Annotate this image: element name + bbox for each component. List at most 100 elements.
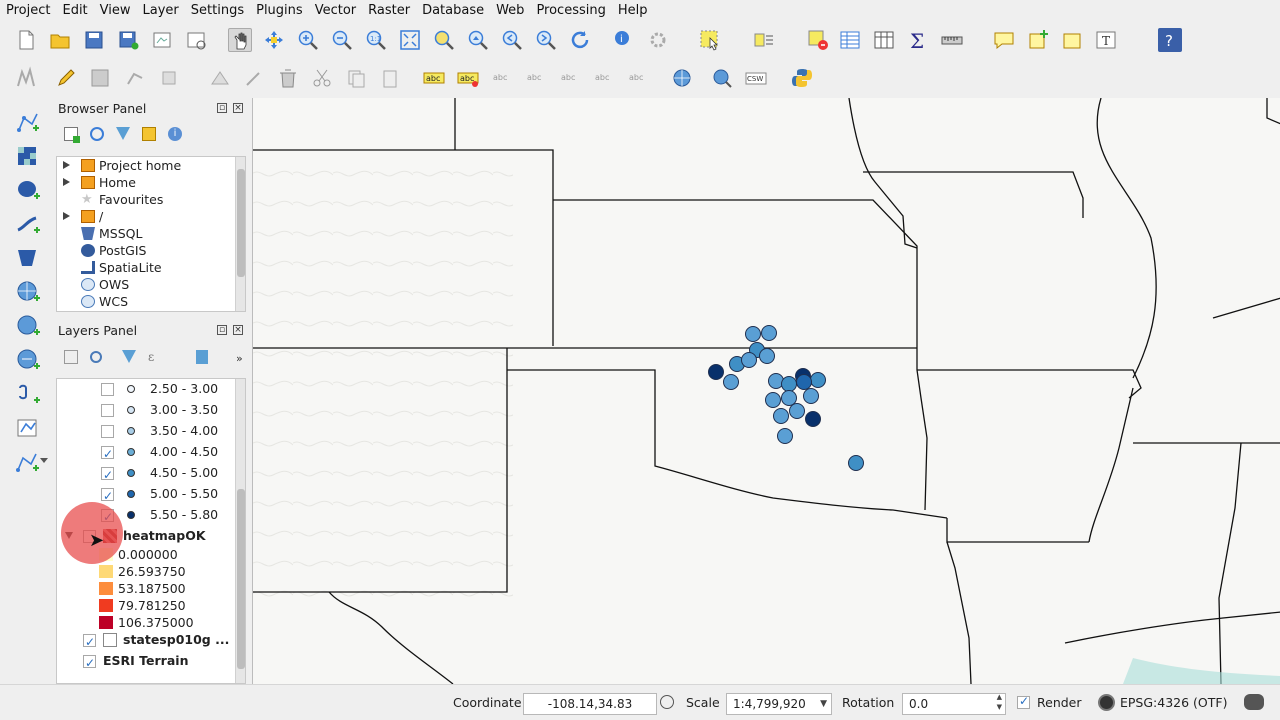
pin-labels-icon[interactable]: abc — [490, 66, 514, 90]
browser-item-spatialite[interactable]: SpatiaLite — [57, 259, 237, 276]
change-label-icon[interactable]: abc — [626, 66, 650, 90]
select-features-icon[interactable] — [698, 28, 722, 52]
save-as-icon[interactable] — [116, 28, 140, 52]
layout-manager-icon[interactable] — [184, 28, 208, 52]
field-calculator-icon[interactable] — [872, 28, 896, 52]
browser-item-favourites[interactable]: ★ Favourites — [57, 191, 237, 208]
toggle-extents-icon[interactable] — [660, 695, 674, 709]
help-whats-this-icon[interactable]: ? — [1158, 28, 1182, 52]
zoom-to-layer-icon[interactable] — [466, 28, 490, 52]
text-annotation-icon[interactable]: T — [1094, 28, 1118, 52]
add-vector-layer-icon[interactable] — [14, 108, 42, 136]
menu-processing[interactable]: Processing — [530, 0, 611, 22]
menu-plugins[interactable]: Plugins — [250, 0, 309, 22]
actions-icon[interactable] — [646, 28, 670, 52]
class-checkbox[interactable] — [101, 383, 114, 396]
toggle-editing-icon[interactable] — [54, 66, 78, 90]
save-project-icon[interactable] — [82, 28, 106, 52]
layers-scrollbar[interactable] — [235, 379, 245, 683]
map-svg[interactable] — [253, 98, 1280, 684]
dropdown-arrow-icon[interactable]: ▼ — [820, 694, 827, 714]
expand-arrow-icon[interactable] — [63, 178, 70, 186]
new-print-layout-icon[interactable] — [150, 28, 174, 52]
add-spatialite-layer-icon[interactable] — [14, 210, 42, 238]
zoom-to-selection-icon[interactable] — [432, 28, 456, 52]
refresh-browser-icon[interactable] — [90, 127, 104, 141]
layer-row-states[interactable]: statesp010g ... — [57, 630, 237, 652]
rotate-label-icon[interactable]: abc — [592, 66, 616, 90]
select-by-value-icon[interactable] — [752, 28, 776, 52]
menu-project[interactable]: Project — [0, 0, 56, 22]
add-mssql-layer-icon[interactable] — [14, 244, 42, 272]
save-edits-icon[interactable] — [88, 66, 112, 90]
more-tools-icon[interactable]: » — [236, 352, 243, 365]
class-checkbox[interactable] — [101, 465, 114, 485]
statistics-icon[interactable]: Σ — [906, 28, 930, 53]
coordinate-field[interactable]: -108.14,34.83 — [523, 693, 657, 715]
rotation-spinbox[interactable]: 0.0 ▲ ▼ — [902, 693, 1006, 715]
menu-layer[interactable]: Layer — [137, 0, 185, 22]
layer-visibility-checkbox[interactable] — [83, 632, 96, 652]
properties-info-icon[interactable]: i — [168, 127, 182, 141]
refresh-icon[interactable] — [568, 28, 592, 52]
move-label-icon[interactable]: abc — [558, 66, 582, 90]
menu-web[interactable]: Web — [490, 0, 530, 22]
menu-edit[interactable]: Edit — [56, 0, 93, 22]
filter-legend-icon[interactable] — [122, 350, 136, 363]
label-layer-icon[interactable]: abc — [422, 66, 446, 90]
csw-icon[interactable]: CSW — [744, 66, 768, 90]
menu-view[interactable]: View — [94, 0, 137, 22]
add-wcs-layer-icon[interactable] — [14, 312, 42, 340]
add-feature-icon[interactable] — [124, 66, 148, 90]
browser-scrollbar[interactable] — [235, 157, 245, 311]
modify-attributes-icon[interactable] — [242, 66, 266, 90]
expand-arrow-icon[interactable] — [63, 161, 70, 169]
open-project-icon[interactable] — [48, 28, 72, 52]
layer-diagram-icon[interactable]: abc — [456, 66, 480, 90]
edit-tools-icon[interactable] — [14, 66, 38, 90]
menu-vector[interactable]: Vector — [309, 0, 362, 22]
close-panel-icon[interactable]: × — [233, 103, 243, 113]
close-panel-icon[interactable]: × — [233, 325, 243, 335]
visibility-eye-icon[interactable] — [90, 351, 102, 363]
copy-features-icon[interactable] — [344, 66, 368, 90]
browser-item-root[interactable]: / — [57, 208, 237, 225]
render-checkbox[interactable] — [1017, 694, 1030, 709]
class-checkbox[interactable] — [101, 425, 114, 438]
class-checkbox[interactable] — [101, 444, 114, 464]
layer-visibility-checkbox[interactable] — [83, 653, 96, 673]
scale-combo[interactable]: 1:4,799,920 ▼ — [726, 693, 832, 715]
paste-features-icon[interactable] — [378, 66, 402, 90]
add-delimited-text-icon[interactable] — [14, 380, 42, 408]
show-hide-labels-icon[interactable]: abc — [524, 66, 548, 90]
menu-raster[interactable]: Raster — [362, 0, 416, 22]
map-canvas[interactable] — [252, 98, 1280, 684]
scrollbar-thumb[interactable] — [237, 489, 245, 669]
show-bookmarks-icon[interactable] — [1060, 28, 1084, 52]
delete-selected-icon[interactable] — [276, 66, 300, 90]
browser-item-ows[interactable]: OWS — [57, 276, 237, 293]
crs-status[interactable]: EPSG:4326 (OTF) — [1120, 695, 1227, 710]
filter-browser-icon[interactable] — [116, 127, 130, 140]
zoom-last-icon[interactable] — [500, 28, 524, 52]
browser-item-project-home[interactable]: Project home — [57, 157, 237, 174]
style-manager-icon[interactable] — [64, 350, 78, 364]
filter-expression-icon[interactable]: ε — [148, 350, 162, 364]
add-wms-icon[interactable] — [670, 66, 694, 90]
new-project-icon[interactable] — [14, 28, 38, 52]
float-panel-icon[interactable]: ▫ — [217, 103, 227, 113]
deselect-icon[interactable] — [806, 28, 830, 52]
zoom-in-icon[interactable] — [296, 28, 320, 52]
browser-item-wcs[interactable]: WCS — [57, 293, 237, 310]
zoom-out-icon[interactable] — [330, 28, 354, 52]
move-feature-icon[interactable] — [158, 66, 182, 90]
class-checkbox[interactable] — [101, 404, 114, 417]
add-selected-layer-icon[interactable] — [64, 127, 80, 143]
float-panel-icon[interactable]: ▫ — [217, 325, 227, 335]
menu-help[interactable]: Help — [612, 0, 654, 22]
wms-search-icon[interactable] — [710, 66, 734, 90]
pan-to-selection-icon[interactable] — [262, 28, 286, 52]
browser-item-postgis[interactable]: PostGIS — [57, 242, 237, 259]
add-wms-layer-icon[interactable] — [14, 278, 42, 306]
browser-item-home[interactable]: Home — [57, 174, 237, 191]
